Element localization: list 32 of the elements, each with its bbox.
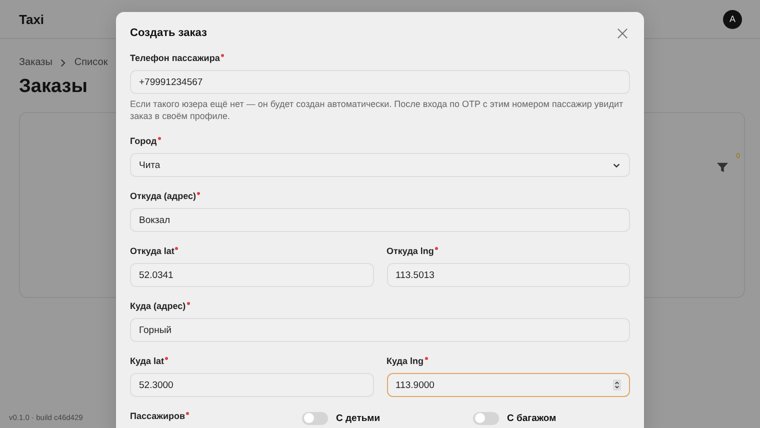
breadcrumb-link[interactable]: Заказы [19,57,52,68]
field-label: Куда lng [386,356,424,366]
dialog-title: Создать заказ [130,27,207,39]
field-label: Куда lat [130,356,164,366]
input-field[interactable]: Горный [130,318,630,342]
breadcrumb-current: Список [74,57,108,68]
field-label: Город [130,136,157,146]
field-label: Откуда (адрес) [130,191,196,201]
toggle-label: С детьми [336,412,380,424]
field-hint: Если такого юзера ещё нет — он будет создан автоматически. После входа по OTP с этим номером пассажир увидит заказ в своём профиле. [130,98,624,122]
input-field[interactable]: +79991234567 [130,70,630,94]
input-field[interactable]: 113.9000 [386,373,630,397]
field-label: Откуда lat [130,246,174,256]
input-field[interactable]: Вокзал [130,208,630,232]
spinner-icon[interactable] [613,379,621,391]
field-label: Телефон пассажира [130,53,220,63]
input-field[interactable]: 113.5013 [386,263,630,287]
toggle-switch[interactable] [302,412,328,424]
input-field[interactable]: Чита [130,153,630,177]
close-icon[interactable] [617,28,628,38]
field-label: Куда (адрес) [130,301,186,311]
field-label: Откуда lng [386,246,434,256]
app-logo[interactable]: Taxi [19,12,44,26]
user-avatar[interactable]: A [723,10,742,28]
filter-icon[interactable] [716,161,729,174]
toggle-switch[interactable] [473,412,499,424]
page-title: Заказы [19,76,88,98]
input-field[interactable]: 52.3000 [130,373,374,397]
toggle-label: С багажом [507,412,556,424]
field-label: Пассажиров [130,411,186,421]
chevron-right-icon [59,58,68,66]
input-field[interactable]: 52.0341 [130,263,374,287]
